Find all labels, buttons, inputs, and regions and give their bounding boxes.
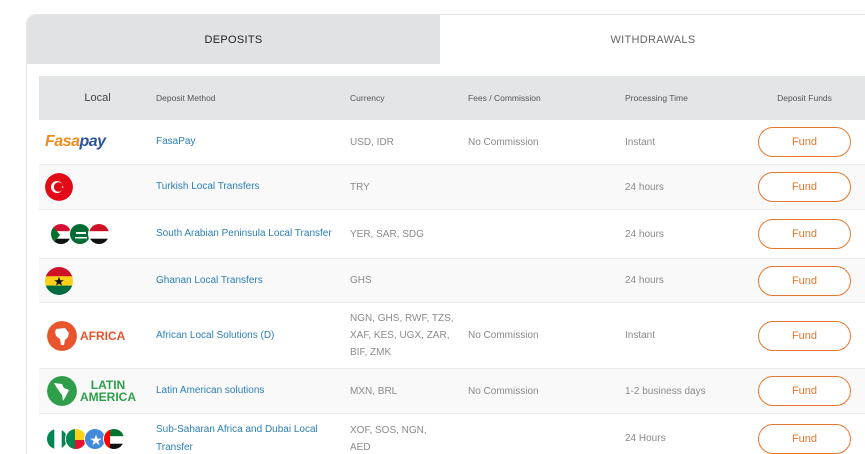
tab-deposits[interactable]: DEPOSITS	[27, 15, 440, 64]
table-row: LATIN AMERICA Latin American solutions M…	[39, 369, 865, 414]
method-link[interactable]: Ghanan Local Transfers	[156, 272, 350, 290]
time-cell: 1-2 business days	[625, 385, 706, 397]
header-method: Deposit Method	[156, 93, 216, 103]
time-cell: 24 Hours	[625, 433, 666, 444]
table-row: South Arabian Peninsula Local Transfer Y…	[39, 210, 865, 259]
table-row: AFRICA African Local Solutions (D) NGN, …	[39, 303, 865, 369]
fund-button[interactable]: Fund	[758, 423, 851, 454]
fasapay-logo-text-a: Fasa	[45, 133, 80, 150]
table-row: Turkish Local Transfers TRY 24 hours Fun…	[39, 165, 865, 210]
fund-button[interactable]: Fund	[758, 219, 851, 249]
header-local: Local	[84, 92, 111, 104]
header-time: Processing Time	[625, 93, 688, 103]
tab-bar: DEPOSITS WITHDRAWALS	[27, 15, 865, 64]
payment-methods-card: DEPOSITS WITHDRAWALS Local Deposit Metho…	[26, 14, 865, 454]
currency-cell: NGN, GHS, RWF, TZS, XAF, KES, UGX, ZAR, …	[350, 313, 454, 358]
header-currency: Currency	[350, 93, 385, 103]
time-cell: Instant	[625, 330, 656, 341]
time-cell: 24 hours	[625, 275, 664, 286]
time-cell: Instant	[625, 136, 656, 148]
ghana-flag-icon	[45, 266, 73, 295]
sub-saharan-flags-icon	[39, 427, 156, 450]
method-link[interactable]: FasaPay	[156, 133, 350, 151]
time-cell: 24 hours	[625, 181, 664, 193]
fund-button[interactable]: Fund	[758, 265, 851, 296]
currency-cell: GHS	[350, 275, 372, 286]
fees-cell: No Commission	[468, 385, 539, 397]
method-link[interactable]: South Arabian Peninsula Local Transfer	[156, 225, 350, 243]
currency-cell: USD, IDR	[350, 136, 394, 148]
turkey-flag-icon	[45, 173, 73, 201]
fund-button[interactable]: Fund	[758, 172, 851, 202]
method-link[interactable]: African Local Solutions (D)	[156, 327, 350, 345]
fees-cell: No Commission	[468, 136, 539, 148]
tab-withdrawals[interactable]: WITHDRAWALS	[440, 15, 865, 64]
latin-america-logo: LATIN AMERICA	[39, 376, 156, 406]
table-row: Fasapay FasaPay USD, IDR No Commission I…	[39, 120, 865, 165]
latin-logo-text-2: AMERICA	[80, 390, 136, 404]
time-cell: 24 hours	[625, 228, 664, 240]
fasapay-logo: Fasapay	[39, 133, 156, 151]
method-link[interactable]: Sub-Saharan Africa and Dubai Local Trans…	[156, 421, 350, 454]
fund-button[interactable]: Fund	[758, 127, 851, 157]
table-row: Sub-Saharan Africa and Dubai Local Trans…	[39, 414, 865, 454]
table-header: Local Deposit Method Currency Fees / Com…	[39, 76, 865, 120]
fund-button[interactable]: Fund	[758, 320, 851, 351]
africa-logo-text: AFRICA	[80, 328, 126, 343]
currency-cell: TRY	[350, 181, 370, 193]
uae-flag-icon	[103, 427, 125, 450]
method-link[interactable]: Turkish Local Transfers	[156, 178, 350, 196]
header-fund: Deposit Funds	[777, 93, 832, 103]
currency-cell: YER, SAR, SDG	[350, 228, 424, 240]
deposit-methods-table: Local Deposit Method Currency Fees / Com…	[39, 76, 865, 454]
latin-america-map-icon	[47, 376, 77, 406]
table-row: Ghanan Local Transfers GHS 24 hours Fund	[39, 259, 865, 303]
fasapay-logo-text-b: pay	[79, 133, 106, 150]
arabian-flags-icon	[39, 223, 156, 245]
africa-map-icon	[47, 320, 77, 351]
header-fees: Fees / Commission	[468, 93, 541, 103]
yemen-flag-icon	[88, 223, 110, 245]
currency-cell: MXN, BRL	[350, 385, 398, 397]
fund-button[interactable]: Fund	[758, 376, 851, 406]
currency-cell: XOF, SOS, NGN, AED	[350, 424, 427, 453]
method-link[interactable]: Latin American solutions	[156, 382, 350, 400]
fees-cell: No Commission	[468, 330, 539, 341]
africa-logo: AFRICA	[39, 320, 156, 351]
